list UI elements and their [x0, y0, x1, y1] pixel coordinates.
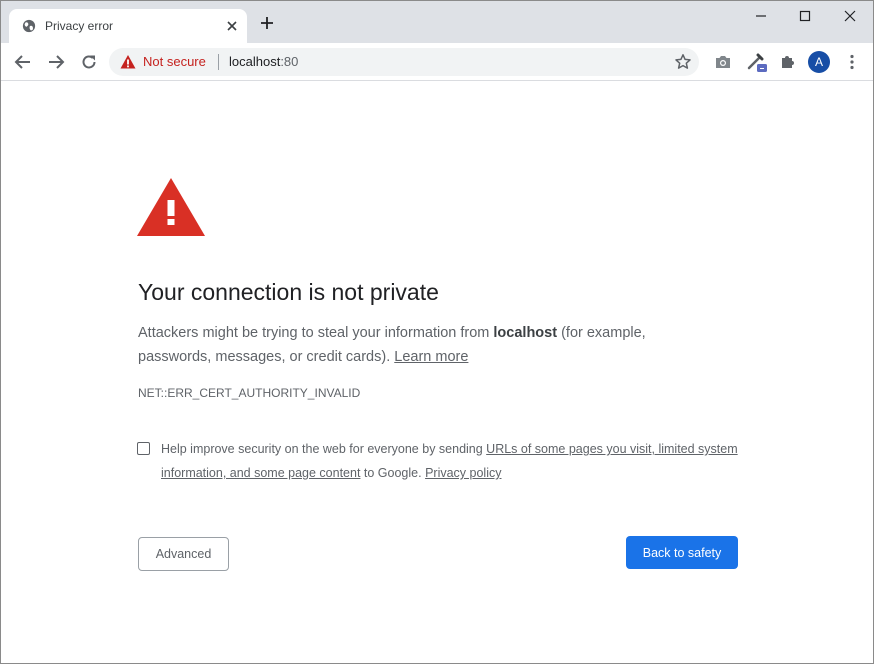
address-bar[interactable]: Not secure localhost:80 — [109, 48, 699, 76]
close-icon[interactable] — [225, 19, 239, 33]
page-heading: Your connection is not private — [138, 279, 439, 305]
globe-icon — [22, 19, 36, 33]
new-tab-button[interactable] — [256, 12, 278, 34]
browser-window: Privacy error Not secure localhost:80 A … — [0, 0, 874, 664]
explanation-paragraph: Attackers might be trying to steal your … — [138, 321, 698, 369]
host-name: localhost — [493, 325, 558, 341]
security-status-label[interactable]: Not secure — [143, 54, 206, 70]
extensions-button[interactable] — [777, 51, 799, 73]
menu-button[interactable] — [841, 51, 863, 73]
safe-browsing-optin-label: Help improve security on the web for eve… — [161, 437, 741, 485]
arrow-right-icon — [49, 55, 65, 69]
forward-button[interactable] — [44, 50, 68, 74]
title-bar: Privacy error — [1, 1, 873, 43]
plus-icon — [261, 17, 273, 29]
reload-button[interactable] — [77, 50, 101, 74]
divider — [218, 54, 219, 70]
maximize-icon — [799, 10, 811, 22]
more-vert-icon — [850, 54, 854, 70]
url-port: :80 — [280, 54, 299, 69]
tab-privacy-error[interactable]: Privacy error — [9, 9, 247, 43]
minimize-button[interactable] — [738, 1, 784, 31]
reload-icon — [82, 55, 96, 69]
privacy-policy-link[interactable]: Privacy policy — [425, 466, 501, 480]
puzzle-icon — [782, 56, 794, 68]
camera-icon — [716, 56, 730, 68]
tab-title: Privacy error — [45, 19, 114, 33]
minimize-icon — [756, 15, 766, 17]
safe-browsing-checkbox[interactable] — [137, 442, 150, 455]
url-host: localhost — [229, 54, 281, 69]
close-icon — [844, 10, 856, 22]
dropper-extension-button[interactable] — [746, 51, 768, 73]
explanation-text: Attackers might be trying to steal your … — [138, 325, 494, 341]
advanced-button[interactable]: Advanced — [138, 537, 229, 571]
optin-text: Help improve security on the web for eve… — [161, 442, 487, 456]
browser-toolbar: Not secure localhost:80 A — [1, 43, 873, 81]
eyedropper-icon — [747, 53, 767, 72]
url-text[interactable]: localhost:80 — [229, 54, 298, 70]
maximize-button[interactable] — [782, 1, 828, 31]
error-code: NET::ERR_CERT_AUTHORITY_INVALID — [138, 386, 361, 400]
optin-text-cont: to Google. — [360, 466, 426, 480]
arrow-left-icon — [14, 55, 30, 69]
camera-extension-button[interactable] — [712, 51, 734, 73]
learn-more-link[interactable]: Learn more — [394, 349, 468, 365]
interstitial-content: Your connection is not private Attackers… — [1, 81, 873, 663]
warning-icon — [137, 178, 205, 236]
back-button[interactable] — [11, 50, 35, 74]
profile-avatar[interactable]: A — [808, 51, 830, 73]
warning-icon[interactable] — [120, 54, 136, 70]
star-icon[interactable] — [674, 53, 692, 71]
window-close-button[interactable] — [827, 1, 873, 31]
back-to-safety-button[interactable]: Back to safety — [626, 536, 738, 569]
